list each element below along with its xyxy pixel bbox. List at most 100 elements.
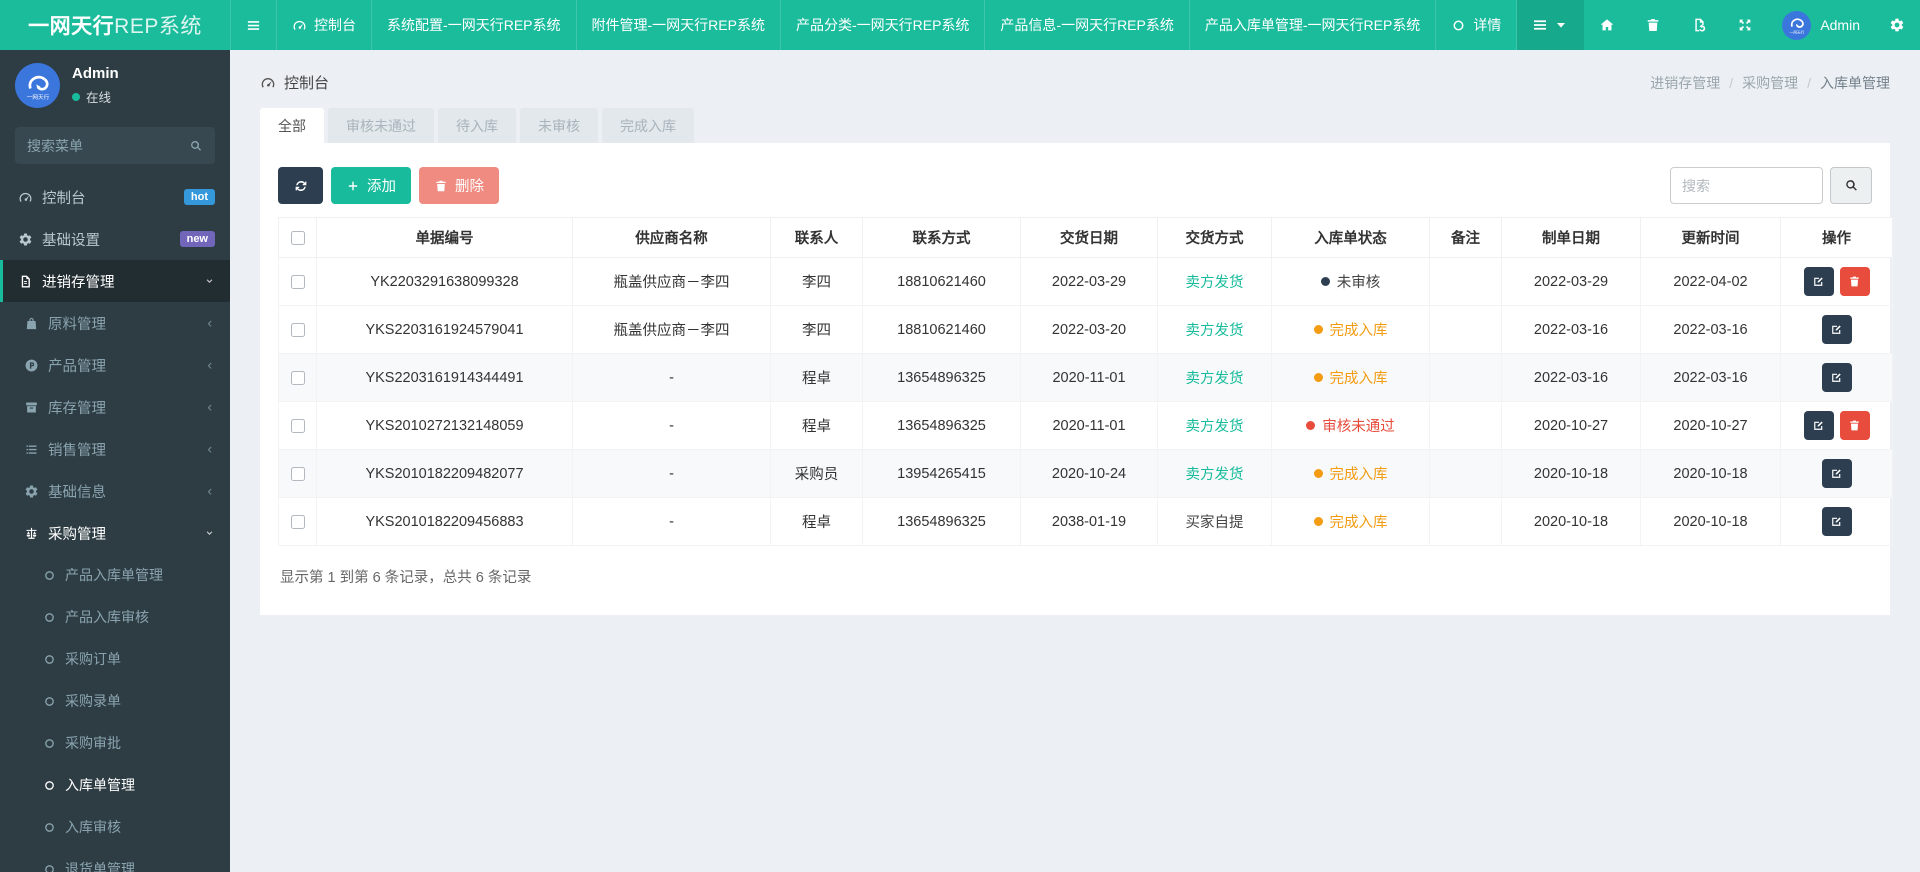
angle-left-icon <box>204 318 215 329</box>
sidebar-item[interactable]: 退货单管理 <box>0 848 230 872</box>
select-all-checkbox[interactable] <box>290 230 305 245</box>
delete-row-button[interactable] <box>1839 411 1870 440</box>
list-menu-button[interactable] <box>1517 0 1585 50</box>
sidebar-item[interactable]: 采购审批 <box>0 722 230 764</box>
row-checkbox[interactable] <box>290 322 305 337</box>
filter-tab[interactable]: 全部 <box>260 108 324 143</box>
tachometer-icon <box>18 190 33 205</box>
navbar-item[interactable]: 控制台 <box>276 0 371 50</box>
data-panel: 添加 删除 单据编号供应商名称联系人联系方式交货日期交货方式入库单状态备注制单日… <box>260 143 1893 615</box>
settings-button[interactable] <box>1874 0 1920 50</box>
cell-phone: 13654896325 <box>862 497 1021 546</box>
list-icon <box>24 442 39 457</box>
filter-tab[interactable]: 未审核 <box>520 108 598 143</box>
cell-phone: 18810621460 <box>862 305 1021 354</box>
sidebar-item[interactable]: 产品入库单管理 <box>0 554 230 596</box>
cell-contact: 程卓 <box>770 401 863 450</box>
filter-tab[interactable]: 审核未通过 <box>328 108 434 143</box>
status-badge: 审核未通过 <box>1322 419 1395 435</box>
edit-row-button[interactable] <box>1821 315 1852 344</box>
brand-name: 一网天行 <box>28 15 115 38</box>
sidebar-item[interactable]: 产品管理 <box>0 344 230 386</box>
navbar-item-label: 详情 <box>1473 17 1502 33</box>
circle-o-icon <box>43 695 56 708</box>
sidebar-item[interactable]: 控制台 hot <box>0 176 230 218</box>
sidebar-toggle-button[interactable] <box>230 0 276 50</box>
sidebar-item[interactable]: 产品入库审核 <box>0 596 230 638</box>
status-dot-icon <box>1320 277 1330 286</box>
edit-row-button[interactable] <box>1803 267 1834 296</box>
column-header: 联系人 <box>770 217 863 258</box>
row-checkbox[interactable] <box>290 418 305 433</box>
navbar-item[interactable]: 附件管理-一网天行REP系统 <box>575 0 780 50</box>
refresh-button[interactable] <box>278 167 323 204</box>
edit-row-button[interactable] <box>1803 411 1834 440</box>
navbar-user-menu[interactable]: Admin <box>1768 10 1874 40</box>
row-checkbox[interactable] <box>290 466 305 481</box>
refresh-file-button[interactable] <box>1676 0 1722 50</box>
user-avatar[interactable] <box>15 63 60 108</box>
column-header: 单据编号 <box>316 217 573 258</box>
navbar-item[interactable]: 产品信息-一网天行REP系统 <box>984 0 1188 50</box>
navbar-avatar <box>1782 10 1812 40</box>
expand-button[interactable] <box>1722 0 1768 50</box>
table-row: YK2203291638099328 瓶盖供应商－李四 李四 18810621460 2… <box>278 257 1893 306</box>
status-badge: 未审核 <box>1336 275 1381 291</box>
circle-o-icon <box>43 779 56 792</box>
add-button[interactable]: 添加 <box>331 167 411 204</box>
sidebar-item[interactable]: 基础信息 <box>0 470 230 512</box>
table-search-input[interactable] <box>1670 167 1823 204</box>
cell-delivery-method: 卖方发货 <box>1157 401 1272 450</box>
sidebar-item-label: 入库单管理 <box>65 777 135 793</box>
sidebar-item[interactable]: 采购录单 <box>0 680 230 722</box>
filter-tab[interactable]: 待入库 <box>438 108 516 143</box>
row-checkbox[interactable] <box>290 514 305 529</box>
sidebar-search-input[interactable] <box>27 137 189 154</box>
filter-tab[interactable]: 完成入库 <box>602 108 694 143</box>
breadcrumb-item[interactable]: 采购管理 <box>1742 73 1798 93</box>
edit-row-button[interactable] <box>1821 459 1852 488</box>
home-button[interactable] <box>1584 0 1630 50</box>
delete-row-button[interactable] <box>1839 267 1870 296</box>
row-checkbox[interactable] <box>290 274 305 289</box>
navbar-item[interactable]: 系统配置-一网天行REP系统 <box>371 0 575 50</box>
navbar-item-label: 产品分类-一网天行REP系统 <box>795 17 970 33</box>
table-search-button[interactable] <box>1830 167 1872 204</box>
sidebar-item[interactable]: 进销存管理 <box>0 260 230 302</box>
search-icon[interactable] <box>189 139 203 153</box>
delete-button[interactable]: 删除 <box>419 167 499 204</box>
cell-remark <box>1429 305 1502 354</box>
brand-suffix: REP系统 <box>114 15 202 38</box>
user-status[interactable]: 在线 <box>72 87 119 106</box>
row-checkbox[interactable] <box>290 370 305 385</box>
balance-icon <box>24 526 39 541</box>
navbar-item[interactable]: 详情 <box>1435 0 1518 50</box>
cell-supplier: - <box>572 449 771 498</box>
cell-phone: 13654896325 <box>862 353 1021 402</box>
cell-order-no: YKS2203161924579041 <box>316 305 573 354</box>
sidebar-item-label: 控制台 <box>42 190 86 207</box>
cell-updated-date: 2020-10-27 <box>1640 401 1781 450</box>
trash-button[interactable] <box>1630 0 1676 50</box>
brand-avatar-icon <box>1784 12 1810 38</box>
table-row: YKS2203161924579041 瓶盖供应商－李四 李四 18810621460… <box>278 305 1893 354</box>
sidebar-item-label: 采购订单 <box>65 651 121 667</box>
sidebar-item[interactable]: 基础设置 new <box>0 218 230 260</box>
cell-contact: 程卓 <box>770 497 863 546</box>
sidebar-item[interactable]: 采购管理 <box>0 512 230 554</box>
edit-row-button[interactable] <box>1821 507 1852 536</box>
sidebar-item[interactable]: 入库单管理 <box>0 764 230 806</box>
breadcrumb-item[interactable]: 入库单管理 <box>1820 73 1890 93</box>
home-icon <box>1599 17 1615 33</box>
sidebar-item[interactable]: 原料管理 <box>0 302 230 344</box>
edit-row-button[interactable] <box>1821 363 1852 392</box>
sidebar-item[interactable]: 入库审核 <box>0 806 230 848</box>
sidebar-item-label: 库存管理 <box>48 400 106 417</box>
navbar-item[interactable]: 产品入库单管理-一网天行REP系统 <box>1188 0 1435 50</box>
navbar-item[interactable]: 产品分类-一网天行REP系统 <box>779 0 984 50</box>
brand-logo[interactable]: 一网天行 REP系统 <box>0 0 230 50</box>
breadcrumb-item[interactable]: 进销存管理 <box>1650 73 1720 93</box>
sidebar-item[interactable]: 库存管理 <box>0 386 230 428</box>
sidebar-item[interactable]: 采购订单 <box>0 638 230 680</box>
sidebar-item[interactable]: 销售管理 <box>0 428 230 470</box>
